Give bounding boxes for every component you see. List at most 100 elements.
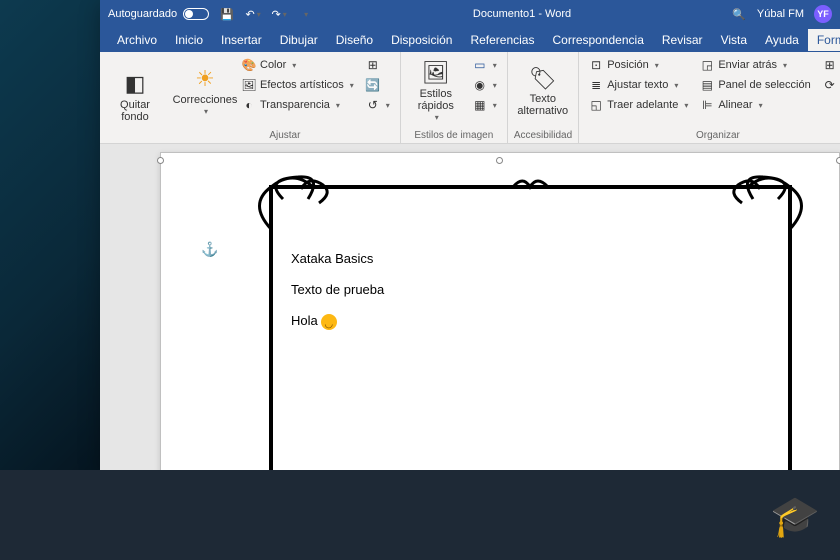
quitar-fondo-label: Quitar fondo (108, 99, 162, 123)
change-pic-icon: 🔄 (366, 78, 380, 92)
corrections-icon: ☀ (195, 67, 215, 91)
search-icon[interactable]: 🔍 (731, 6, 747, 22)
group-icon: ⊞ (823, 58, 837, 72)
tab-inicio[interactable]: Inicio (166, 29, 212, 51)
pic-border-button[interactable]: ▭▾ (469, 56, 501, 74)
wrap-icon: ≣ (589, 78, 603, 92)
panel-seleccion-button[interactable]: ▤ Panel de selección (696, 76, 814, 94)
compress-icon: ⊞ (366, 58, 380, 72)
efectos-button[interactable]: 🖼 Efectos artísticos▾ (238, 76, 358, 94)
save-icon[interactable]: 💾 (219, 6, 235, 22)
color-label: Color (260, 59, 286, 71)
ajustar-texto-label: Ajustar texto (607, 79, 668, 91)
traer-adelante-button[interactable]: ◱ Traer adelante▾ (585, 96, 692, 114)
tab-diseno[interactable]: Diseño (327, 29, 382, 51)
texto-alt-button[interactable]: 🏷 Texto alternativo (514, 56, 572, 128)
group-accesibilidad: 🏷 Texto alternativo Accesibilidad (508, 52, 579, 143)
bring-fwd-icon: ◱ (589, 98, 603, 112)
smile-emoji-icon (321, 314, 337, 330)
accesibilidad-label: Accesibilidad (514, 128, 572, 141)
ribbon: ◧ Quitar fondo ☀ Correcciones ▾ 🎨 Color▾ (100, 52, 840, 144)
reset-pic-button[interactable]: ↺▾ (362, 96, 394, 114)
title-bar: Autoguardado 💾 ↶▾ ↷▾ ▾ Documento1 - Word… (100, 0, 840, 28)
organizar-label: Organizar (585, 128, 840, 141)
posicion-label: Posición (607, 59, 649, 71)
anchor-icon[interactable]: ⚓ (201, 241, 218, 258)
group-quitar-fondo: ◧ Quitar fondo (100, 52, 170, 143)
efectos-label: Efectos artísticos (260, 79, 344, 91)
autosave-toggle[interactable]: Autoguardado (108, 8, 209, 20)
remove-bg-icon: ◧ (125, 72, 146, 96)
tab-disposicion[interactable]: Disposición (382, 29, 461, 51)
pic-effects-icon: ◉ (473, 78, 487, 92)
tab-ayuda[interactable]: Ayuda (756, 29, 808, 51)
text-line: Xataka Basics (291, 243, 384, 274)
user-avatar[interactable]: YF (814, 5, 832, 23)
redo-icon[interactable]: ↷▾ (271, 6, 287, 22)
group-ajustar: ☀ Correcciones ▾ 🎨 Color▾ 🖼 Efectos artí… (170, 52, 401, 143)
quitar-fondo-button[interactable]: ◧ Quitar fondo (106, 56, 164, 139)
selection-handle[interactable] (836, 157, 840, 164)
tab-vista[interactable]: Vista (712, 29, 756, 51)
estilos-rapidos-button[interactable]: 🖼 Estilos rápidos ▾ (407, 56, 465, 128)
effects-icon: 🖼 (242, 78, 256, 92)
document-area[interactable]: ⚓ Xataka Basics Texto de prueba Hola (100, 144, 840, 470)
text-line: Texto de prueba (291, 274, 384, 305)
panel-seleccion-label: Panel de selección (718, 79, 810, 91)
rotate-icon: ⟳ (823, 78, 837, 92)
correcciones-label: Correcciones (173, 94, 238, 106)
send-back-icon: ◲ (700, 58, 714, 72)
tab-revisar[interactable]: Revisar (653, 29, 712, 51)
change-pic-button[interactable]: 🔄 (362, 76, 394, 94)
tab-formato[interactable]: Format (808, 29, 840, 51)
align-icon: ⊫ (700, 98, 714, 112)
color-icon: 🎨 (242, 58, 256, 72)
word-window: Autoguardado 💾 ↶▾ ↷▾ ▾ Documento1 - Word… (100, 0, 840, 470)
texto-alt-label: Texto alternativo (516, 93, 570, 117)
group-organizar: ⊡ Posición▾ ≣ Ajustar texto▾ ◱ Traer ade… (579, 52, 840, 143)
group-button[interactable]: ⊞▾ (819, 56, 840, 74)
qat-customize-icon[interactable]: ▾ (297, 6, 313, 22)
graduation-cap-icon: 🎓 (770, 493, 820, 540)
footer-strip: 🎓 (0, 470, 840, 560)
transparency-icon: ◐ (242, 98, 256, 112)
text-line: Hola (291, 305, 384, 336)
tab-dibujar[interactable]: Dibujar (271, 29, 327, 51)
ribbon-tabs: Archivo Inicio Insertar Dibujar Diseño D… (100, 28, 840, 52)
estilos-imagen-label: Estilos de imagen (407, 128, 501, 141)
alinear-button[interactable]: ⊫ Alinear▾ (696, 96, 814, 114)
group-estilos-imagen: 🖼 Estilos rápidos ▾ ▭▾ ◉▾ ▦▾ Estilos de … (401, 52, 508, 143)
desktop-background (0, 0, 100, 470)
document-content[interactable]: Xataka Basics Texto de prueba Hola (291, 243, 384, 337)
user-name: Yúbal FM (757, 8, 804, 20)
selection-handle[interactable] (496, 157, 503, 164)
enviar-atras-label: Enviar atrás (718, 59, 777, 71)
enviar-atras-button[interactable]: ◲ Enviar atrás▾ (696, 56, 814, 74)
page[interactable]: ⚓ Xataka Basics Texto de prueba Hola (160, 152, 840, 470)
pic-effects-button[interactable]: ◉▾ (469, 76, 501, 94)
selection-handle[interactable] (157, 157, 164, 164)
transparencia-label: Transparencia (260, 99, 330, 111)
tab-archivo[interactable]: Archivo (108, 29, 166, 51)
tab-insertar[interactable]: Insertar (212, 29, 271, 51)
styles-icon: 🖼 (422, 61, 450, 85)
transparencia-button[interactable]: ◐ Transparencia▾ (238, 96, 358, 114)
position-icon: ⊡ (589, 58, 603, 72)
ajustar-label: Ajustar (176, 128, 394, 141)
tab-correspondencia[interactable]: Correspondencia (543, 29, 652, 51)
undo-icon[interactable]: ↶▾ (245, 6, 261, 22)
rotate-button[interactable]: ⟳▾ (819, 76, 840, 94)
document-title: Documento1 - Word (313, 8, 731, 20)
alinear-label: Alinear (718, 99, 752, 111)
text-span: Hola (291, 313, 321, 328)
compress-button[interactable]: ⊞ (362, 56, 394, 74)
toggle-icon (183, 8, 209, 20)
tab-referencias[interactable]: Referencias (461, 29, 543, 51)
correcciones-button[interactable]: ☀ Correcciones ▾ (176, 56, 234, 128)
posicion-button[interactable]: ⊡ Posición▾ (585, 56, 692, 74)
color-button[interactable]: 🎨 Color▾ (238, 56, 358, 74)
autosave-label: Autoguardado (108, 8, 177, 20)
ajustar-texto-button[interactable]: ≣ Ajustar texto▾ (585, 76, 692, 94)
pic-layout-button[interactable]: ▦▾ (469, 96, 501, 114)
border-icon: ▭ (473, 58, 487, 72)
